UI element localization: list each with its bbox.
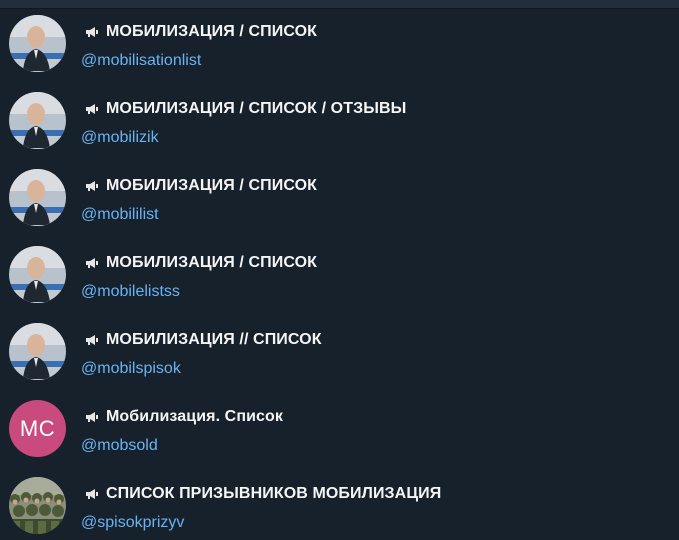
channel-row[interactable]: МОБИЛИЗАЦИЯ / СПИСОК @mobililist [0, 154, 679, 231]
channel-title: МОБИЛИЗАЦИЯ // СПИСОК [106, 331, 322, 348]
megaphone-icon [86, 489, 98, 499]
megaphone-icon [86, 335, 98, 345]
channel-row[interactable]: МОБИЛИЗАЦИЯ / СПИСОК @mobilelistss [0, 231, 679, 308]
channel-avatar[interactable] [9, 477, 66, 534]
channel-handle[interactable]: @mobsold [81, 437, 158, 455]
channel-row[interactable]: СПИСОК ПРИЗЫВНИКОВ МОБИЛИЗАЦИЯ @spisokpr… [0, 462, 679, 539]
channel-avatar[interactable] [9, 169, 66, 226]
megaphone-icon [86, 104, 98, 114]
channel-handle[interactable]: @spisokprizyv [81, 514, 184, 532]
channel-row[interactable]: МОБИЛИЗАЦИЯ / СПИСОК @mobilisationlist [0, 0, 679, 77]
channel-avatar[interactable]: MC [9, 400, 66, 457]
channel-title: МОБИЛИЗАЦИЯ / СПИСОК [106, 23, 318, 40]
channel-handle[interactable]: @mobilizik [81, 129, 159, 147]
channel-title: МОБИЛИЗАЦИЯ / СПИСОК [106, 177, 318, 194]
avatar-initials: MC [19, 415, 56, 441]
megaphone-icon [86, 27, 98, 37]
megaphone-icon [86, 181, 98, 191]
channel-row[interactable]: МОБИЛИЗАЦИЯ / СПИСОК / ОТЗЫВЫ @mobilizik [0, 77, 679, 154]
channel-avatar[interactable] [9, 92, 66, 149]
megaphone-icon [86, 412, 98, 422]
channel-handle[interactable]: @mobilelistss [81, 283, 180, 301]
channel-avatar[interactable] [9, 323, 66, 380]
channel-row[interactable]: МОБИЛИЗАЦИЯ // СПИСОК @mobilspisok [0, 308, 679, 385]
channel-avatar[interactable] [9, 15, 66, 72]
channel-row[interactable]: MC Мобилизация. Список @mobsold [0, 385, 679, 462]
megaphone-icon [86, 258, 98, 268]
channel-handle[interactable]: @mobilspisok [81, 360, 181, 378]
channel-avatar[interactable] [9, 246, 66, 303]
channel-title: МОБИЛИЗАЦИЯ / СПИСОК / ОТЗЫВЫ [106, 100, 407, 117]
channel-title: Мобилизация. Список [106, 408, 283, 425]
channel-handle[interactable]: @mobilisationlist [81, 52, 201, 70]
channel-title: СПИСОК ПРИЗЫВНИКОВ МОБИЛИЗАЦИЯ [106, 485, 442, 502]
channel-handle[interactable]: @mobililist [81, 206, 159, 224]
channel-title: МОБИЛИЗАЦИЯ / СПИСОК [106, 254, 318, 271]
